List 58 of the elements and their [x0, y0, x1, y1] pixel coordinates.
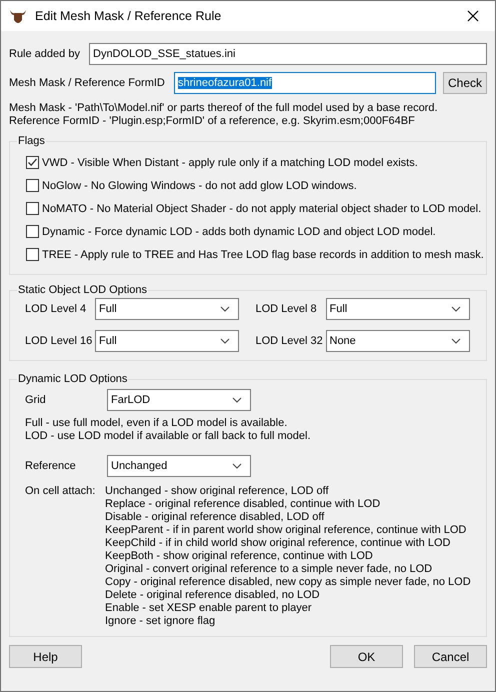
checkbox-label: NoGlow - No Glowing Windows - do not add glow LOD windows.	[42, 180, 357, 192]
chevron-down-icon	[450, 338, 460, 344]
field-label: Mesh Mask / Reference FormID	[9, 77, 166, 89]
help-text: Mesh Mask - 'Path\To\Model.nif' or parts thereof of the full model used by a base record.	[9, 102, 439, 115]
help-text: Full - use full model, even if a LOD model is available.	[25, 417, 288, 430]
option-description: KeepChild - if in child world show original reference, continue with LOD	[105, 537, 452, 550]
help-text: LOD - use LOD model if available or fall back to full model.	[25, 430, 312, 443]
checkbox[interactable]	[26, 156, 39, 169]
group-title: Static Object LOD Options	[17, 284, 148, 296]
dropdown-label: Reference	[25, 460, 77, 472]
checkbox[interactable]	[26, 225, 39, 238]
input-field[interactable]: shrineofazura01.nif	[174, 72, 436, 94]
option-description: KeepBoth - show original reference, continue with LOD	[105, 550, 374, 563]
option-description: KeepParent - if in parent world show original reference, continue with LOD	[105, 524, 468, 537]
dropdown-label: LOD Level 4	[25, 303, 88, 315]
dropdown-label: LOD Level 8	[256, 303, 318, 315]
help-text: Reference FormID - 'Plugin.esp;FormID' of a reference, e.g. Skyrim.esm;000F64BF	[9, 115, 416, 128]
dropdown-label: LOD Level 16	[25, 335, 94, 347]
checkbox[interactable]	[26, 248, 39, 261]
option-description: Delete - original reference disabled, no LOD	[105, 589, 321, 602]
chevron-down-icon	[220, 306, 230, 312]
attach-label: On cell attach:	[25, 485, 96, 499]
checkbox-label: NoMATO - No Material Object Shader - do not apply material object shader to LOD model.	[42, 202, 482, 214]
chevron-down-icon	[232, 397, 242, 403]
option-description: Original - convert original reference to a simple never fade, no LOD	[105, 563, 434, 576]
checkbox[interactable]	[26, 202, 39, 215]
cancel-button[interactable]: Cancel	[414, 645, 487, 668]
dropdown[interactable]: None	[326, 330, 470, 352]
option-description: Unchanged - show original reference, LOD off	[105, 485, 330, 498]
dropdown[interactable]: Unchanged	[107, 455, 251, 477]
chevron-down-icon	[220, 338, 230, 344]
input-field[interactable]: DynDOLOD_SSE_statues.ini	[89, 43, 487, 65]
dropdown-label: Grid	[25, 394, 47, 406]
checkbox-label: VWD - Visible When Distant - apply rule only if a matching LOD model exists.	[42, 156, 418, 168]
help-button[interactable]: Help	[9, 645, 82, 668]
group-title: Flags	[17, 135, 46, 147]
dropdown[interactable]: Full	[95, 298, 239, 320]
chevron-down-icon	[232, 463, 242, 469]
chevron-down-icon	[450, 306, 460, 312]
window-title: Edit Mesh Mask / Reference Rule	[35, 9, 222, 23]
option-description: Disable - original reference disabled, LOD off	[105, 511, 326, 524]
dropdown[interactable]: Full	[326, 298, 470, 320]
field-label: Rule added by	[9, 48, 81, 60]
option-description: Enable - set XESP enable parent to player	[105, 602, 312, 615]
group-title: Dynamic LOD Options	[17, 373, 128, 385]
checkbox[interactable]	[26, 179, 39, 192]
dropdown[interactable]: Full	[95, 330, 239, 352]
dropdown[interactable]: FarLOD	[107, 389, 251, 411]
check-button[interactable]: Check	[443, 72, 487, 94]
option-description: Copy - original reference disabled, new copy as simple never fade, no LOD	[105, 576, 471, 589]
dropdown-label: LOD Level 32	[256, 335, 324, 347]
close-icon[interactable]	[467, 10, 479, 22]
checkbox-label: TREE - Apply rule to TREE and Has Tree LOD flag base records in addition to mesh mask.	[42, 248, 484, 260]
ok-button[interactable]: OK	[330, 645, 403, 668]
bull-head-icon	[9, 8, 27, 24]
checkbox-label: Dynamic - Force dynamic LOD - adds both dynamic LOD and object LOD model.	[42, 226, 436, 238]
option-description: Replace - original reference disabled, continue with LOD	[105, 498, 382, 511]
option-description: Ignore - set ignore flag	[105, 615, 216, 628]
